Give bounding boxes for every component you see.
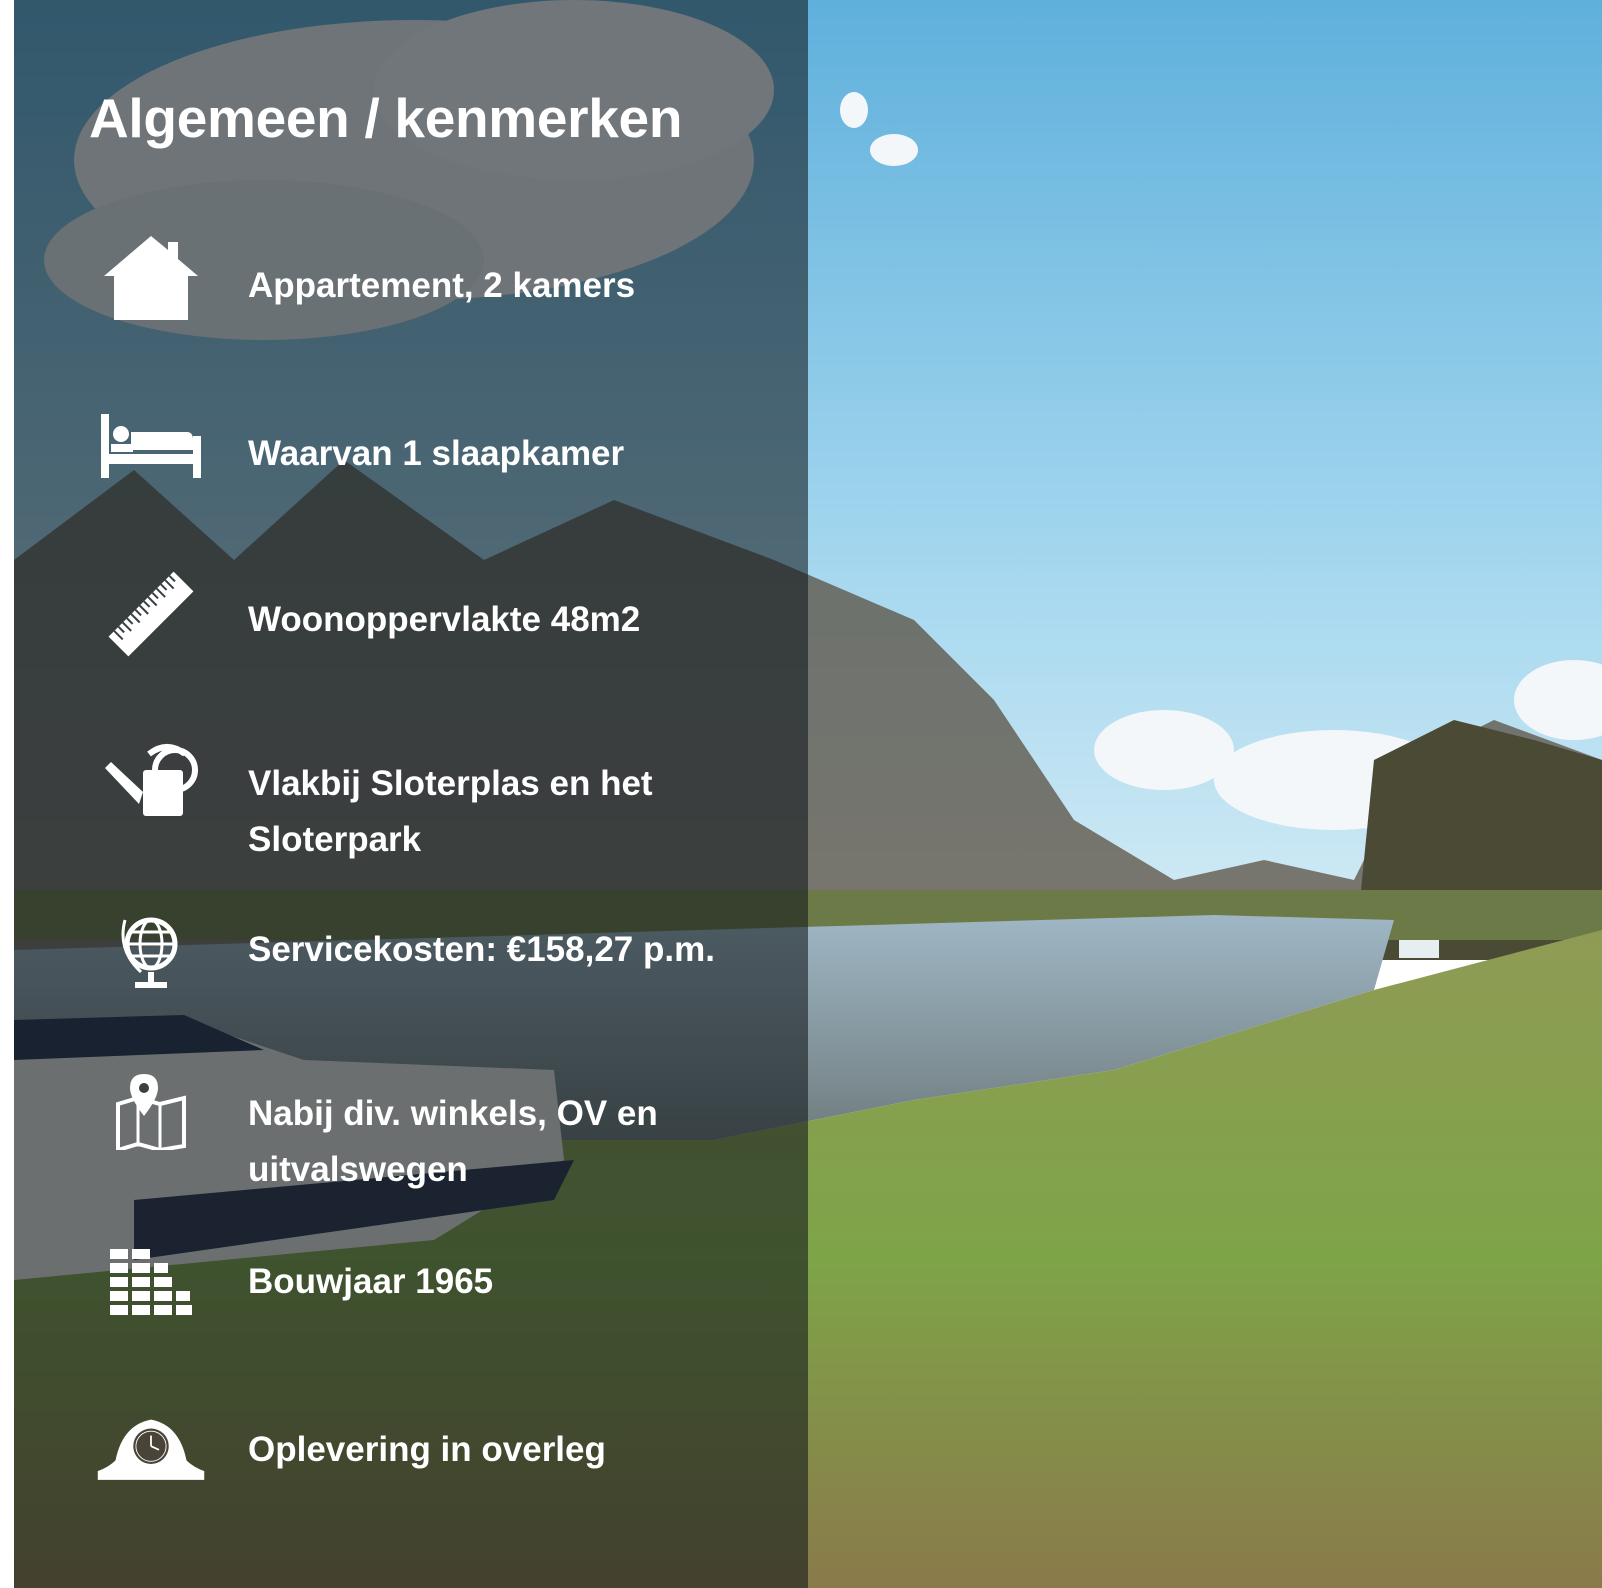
feature-label: Vlakbij Sloterplas en het Sloterpark — [248, 764, 653, 859]
globe-icon — [96, 900, 206, 1000]
feature-label: Oplevering in overleg — [248, 1430, 606, 1469]
feature-label: Servicekosten: €158,27 p.m. — [248, 930, 715, 969]
feature-label: Nabij div. winkels, OV en uitvalswegen — [248, 1094, 658, 1189]
feature-label: Bouwjaar 1965 — [248, 1262, 494, 1301]
feature-label: Appartement, 2 kamers — [248, 266, 636, 305]
ruler-icon — [96, 564, 206, 664]
bed-icon — [96, 396, 206, 496]
map-pin-icon — [96, 1060, 206, 1160]
house-icon — [96, 228, 206, 328]
feature-label: Woonoppervlakte 48m2 — [248, 600, 641, 639]
feature-label: Waarvan 1 slaapkamer — [248, 434, 625, 473]
watering-can-icon — [96, 730, 206, 830]
section-title: Algemeen / kenmerken — [89, 87, 683, 149]
bricks-icon — [96, 1232, 206, 1332]
mantel-clock-icon — [96, 1398, 206, 1498]
